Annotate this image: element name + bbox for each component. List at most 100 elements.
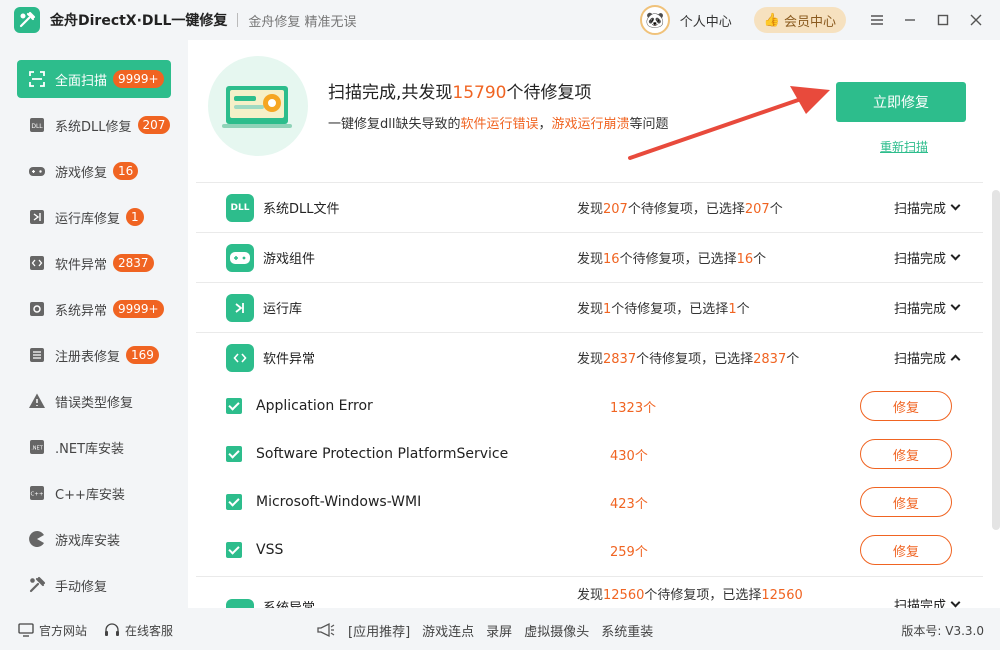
sidebar-item-label: 手动修复: [55, 579, 108, 595]
sidebar-item-game-repair[interactable]: 游戏修复 16: [17, 152, 171, 190]
fix-now-button[interactable]: 立即修复: [836, 82, 966, 122]
sidebar-item-label: 系统DLL修复: [55, 119, 132, 135]
maximize-button[interactable]: [926, 0, 959, 40]
official-website-link[interactable]: 官方网站: [18, 622, 87, 639]
category-name: 系统异常: [263, 597, 315, 608]
sidebar-item-system-dll[interactable]: DLL 系统DLL修复 207: [17, 106, 171, 144]
sidebar-item-label: 系统异常: [55, 303, 108, 319]
gamepad-icon: [226, 243, 254, 272]
category-row-system-dll[interactable]: DLL 系统DLL文件 发现207个待修复项，已选择207个 扫描完成: [196, 182, 983, 232]
category-row-runtime[interactable]: 运行库 发现1个待修复项，已选择1个 扫描完成: [196, 282, 983, 332]
item-fix-button[interactable]: 修复: [860, 439, 952, 469]
category-status[interactable]: 扫描完成: [894, 298, 961, 317]
category-status[interactable]: 扫描完成: [894, 595, 961, 608]
footer-link-system-reinstall[interactable]: 系统重装: [601, 621, 653, 640]
megaphone-icon: [317, 622, 335, 638]
item-checkbox[interactable]: [226, 542, 242, 558]
item-name: VSS: [256, 542, 284, 558]
monitor-icon: [18, 623, 34, 637]
footer-link-screen-record[interactable]: 录屏: [486, 621, 512, 640]
category-found: 发现2837个待修复项，已选择2837个: [577, 352, 800, 367]
item-fix-button[interactable]: 修复: [860, 535, 952, 565]
sidebar-item-badge: 16: [113, 162, 139, 180]
list-item: VSS 259个 修复: [196, 526, 983, 574]
sidebar-item-badge: 1: [126, 208, 144, 226]
gear-icon: [226, 598, 254, 608]
sidebar-item-label: 注册表修复: [55, 349, 121, 365]
minimize-icon: [904, 19, 915, 21]
dll-icon: DLL: [27, 115, 47, 135]
gamepad-icon: [27, 161, 47, 181]
item-checkbox[interactable]: [226, 494, 242, 510]
vip-center-button[interactable]: 👍 会员中心: [753, 7, 846, 33]
category-status[interactable]: 扫描完成: [894, 248, 961, 267]
category-row-game-components[interactable]: 游戏组件 发现16个待修复项，已选择16个 扫描完成: [196, 232, 983, 282]
category-row-system-error[interactable]: 系统异常 发现12560个待修复项，已选择12560 扫描完成: [196, 576, 983, 608]
scan-icon: [27, 69, 47, 89]
sidebar-item-registry-repair[interactable]: 注册表修复 169: [17, 336, 171, 374]
main-panel: 扫描完成,共发现15790个待修复项 一键修复dll缺失导致的软件运行错误，游戏…: [188, 40, 1000, 608]
svg-text:C++: C++: [30, 492, 43, 498]
minimize-button[interactable]: [893, 0, 926, 40]
close-icon: [970, 14, 981, 26]
sidebar-item-label: .NET库安装: [55, 441, 125, 457]
sidebar-item-system-error[interactable]: 系统异常 9999+: [17, 290, 171, 328]
pointer-arrow-icon: [628, 86, 830, 160]
app-recommend-label: [应用推荐]: [348, 624, 411, 640]
sidebar-item-runtime-repair[interactable]: 运行库修复 1: [17, 198, 171, 236]
footer-link-virtual-camera[interactable]: 虚拟摄像头: [524, 621, 589, 640]
title-separator: [237, 13, 239, 27]
scan-result-title: 扫描完成,共发现15790个待修复项: [328, 83, 592, 103]
category-status[interactable]: 扫描完成: [894, 348, 961, 367]
footer: 官方网站 在线客服 [应用推荐] 游戏连点 录屏 虚拟摄像头 系统重装 版本号:…: [0, 610, 1000, 650]
svg-text:DLL: DLL: [31, 123, 43, 130]
menu-icon: [870, 15, 883, 25]
item-count: 1323个: [610, 400, 657, 416]
sidebar-item-game-lib-install[interactable]: 游戏库安装: [17, 520, 171, 558]
category-found: 发现207个待修复项，已选择207个: [577, 202, 783, 217]
list-item: Software Protection PlatformService 430个…: [196, 430, 983, 478]
item-count: 430个: [610, 448, 648, 464]
sidebar-item-label: 软件异常: [55, 257, 108, 273]
footer-link-auto-clicker[interactable]: 游戏连点: [422, 621, 474, 640]
category-row-software-error[interactable]: 软件异常 发现2837个待修复项，已选择2837个 扫描完成: [196, 332, 983, 382]
scan-illustration-icon: [208, 56, 308, 156]
chevron-down-icon: [950, 597, 961, 608]
category-found: 发现16个待修复项，已选择16个: [577, 252, 767, 267]
sidebar-item-badge: 207: [137, 116, 171, 134]
item-fix-button[interactable]: 修复: [860, 487, 952, 517]
rescan-link[interactable]: 重新扫描: [880, 138, 928, 155]
runtime-icon: [226, 293, 254, 322]
sidebar-item-label: 运行库修复: [55, 211, 121, 227]
title-bar: 金舟DirectX·DLL一键修复 金舟修复 精准无误 🐼 个人中心 👍 会员中…: [0, 0, 1000, 40]
gear-icon: [27, 299, 47, 319]
sidebar: 全面扫描 9999+ DLL 系统DLL修复 207 游戏修复 16 运行库修复…: [0, 48, 188, 608]
vip-center-label: 会员中心: [783, 14, 836, 30]
sidebar-item-label: 全面扫描: [55, 73, 108, 89]
scrollbar[interactable]: [992, 190, 1000, 530]
close-button[interactable]: [959, 0, 992, 40]
thumbs-up-icon: 👍: [763, 12, 780, 28]
category-status[interactable]: 扫描完成: [894, 198, 961, 217]
category-found: 发现12560个待修复项，已选择12560: [577, 588, 803, 603]
item-checkbox[interactable]: [226, 398, 242, 414]
item-name: Application Error: [256, 398, 373, 414]
sidebar-item-cpp-install[interactable]: C++ C++库安装: [17, 474, 171, 512]
headset-icon: [105, 623, 119, 636]
online-support-link[interactable]: 在线客服: [104, 622, 173, 639]
category-name: 游戏组件: [263, 252, 316, 267]
menu-button[interactable]: [860, 0, 893, 40]
sidebar-item-label: 错误类型修复: [55, 395, 134, 411]
item-fix-button[interactable]: 修复: [860, 391, 952, 421]
sidebar-item-manual-repair[interactable]: 手动修复: [17, 566, 171, 604]
sidebar-item-software-error[interactable]: 软件异常 2837: [17, 244, 171, 282]
category-found: 发现1个待修复项，已选择1个: [577, 302, 750, 317]
user-center-link[interactable]: 个人中心: [680, 11, 732, 30]
sidebar-item-net-install[interactable]: .NET .NET库安装: [17, 428, 171, 466]
chevron-up-icon: [950, 354, 961, 364]
sidebar-item-error-type-repair[interactable]: 错误类型修复: [17, 382, 171, 420]
user-avatar[interactable]: 🐼: [639, 5, 670, 35]
app-title: 金舟DirectX·DLL一键修复: [50, 13, 228, 29]
sidebar-item-full-scan[interactable]: 全面扫描 9999+: [17, 60, 171, 98]
item-checkbox[interactable]: [226, 446, 242, 462]
